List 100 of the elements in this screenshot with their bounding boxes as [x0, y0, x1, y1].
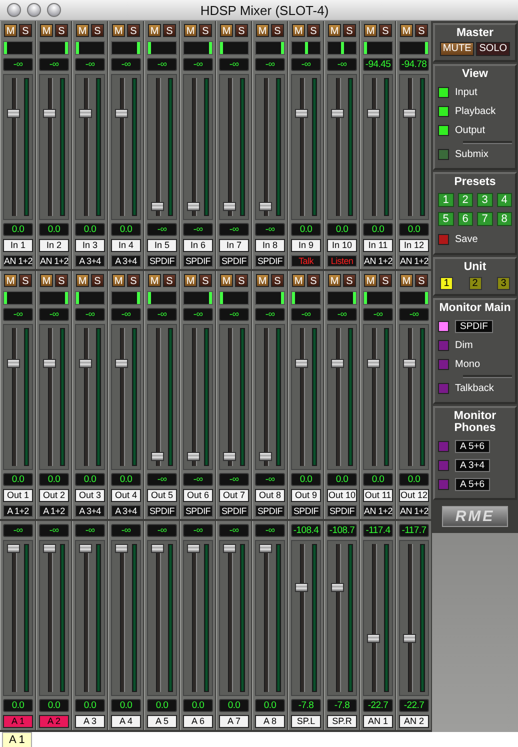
routing-label[interactable]: SPDIF: [147, 505, 177, 517]
channel-solo-button[interactable]: S: [343, 24, 356, 37]
fader-handle[interactable]: [259, 452, 272, 461]
routing-label[interactable]: A 3+4: [111, 255, 141, 267]
unit-button[interactable]: 1: [440, 277, 453, 290]
unit-button[interactable]: 2: [468, 277, 482, 290]
window-control-icon[interactable]: [47, 3, 61, 17]
channel-name-button[interactable]: In 7: [219, 239, 249, 252]
monitor-toggle[interactable]: [438, 460, 449, 471]
channel-mute-button[interactable]: M: [148, 274, 161, 287]
routing-label[interactable]: AN 1+2: [363, 505, 393, 517]
view-toggle[interactable]: [438, 87, 449, 98]
preset-button[interactable]: 3: [477, 193, 492, 207]
channel-solo-button[interactable]: S: [235, 24, 248, 37]
channel-name-button[interactable]: In 8: [255, 239, 285, 252]
channel-mute-button[interactable]: M: [40, 274, 53, 287]
channel-name-button[interactable]: In 9: [291, 239, 321, 252]
fader-handle[interactable]: [259, 544, 272, 553]
channel-mute-button[interactable]: M: [256, 274, 269, 287]
preset-button[interactable]: 2: [458, 193, 473, 207]
fader-handle[interactable]: [367, 358, 380, 368]
fader-handle[interactable]: [295, 108, 308, 118]
channel-mute-button[interactable]: M: [148, 24, 161, 37]
fader-handle[interactable]: [295, 358, 308, 368]
fader-handle[interactable]: [7, 544, 20, 553]
channel-solo-button[interactable]: S: [19, 274, 32, 287]
routing-label[interactable]: SPDIF: [255, 505, 285, 517]
channel-name-button[interactable]: SP.R: [327, 715, 357, 728]
channel-mute-button[interactable]: M: [256, 24, 269, 37]
channel-solo-button[interactable]: S: [55, 24, 68, 37]
fader-handle[interactable]: [223, 202, 236, 211]
routing-label[interactable]: SPDIF: [255, 255, 285, 267]
channel-solo-button[interactable]: S: [415, 24, 428, 37]
fader-handle[interactable]: [295, 582, 308, 592]
fader-handle[interactable]: [367, 634, 380, 644]
fader-handle[interactable]: [331, 358, 344, 368]
channel-name-button[interactable]: A 1: [3, 715, 33, 728]
view-toggle[interactable]: [438, 125, 449, 136]
preset-button[interactable]: 6: [458, 212, 473, 226]
channel-name-button[interactable]: In 2: [39, 239, 69, 252]
channel-mute-button[interactable]: M: [184, 274, 197, 287]
fader-handle[interactable]: [151, 544, 164, 553]
routing-label[interactable]: AN 1+2: [363, 255, 393, 267]
monitor-toggle[interactable]: [438, 359, 449, 370]
fader-handle[interactable]: [403, 108, 416, 118]
routing-label[interactable]: A 1+2: [39, 505, 69, 517]
channel-solo-button[interactable]: S: [163, 274, 176, 287]
channel-name-button[interactable]: Out 12: [399, 489, 429, 502]
fader-handle[interactable]: [79, 108, 92, 118]
channel-solo-button[interactable]: S: [343, 274, 356, 287]
routing-label[interactable]: SPDIF: [219, 255, 249, 267]
source-select[interactable]: SPDIF: [455, 320, 493, 333]
routing-label[interactable]: SPDIF: [327, 505, 357, 517]
fader-handle[interactable]: [223, 544, 236, 553]
fader-handle[interactable]: [43, 108, 56, 118]
routing-label[interactable]: Listen: [327, 255, 357, 267]
channel-solo-button[interactable]: S: [271, 274, 284, 287]
source-select[interactable]: A 3+4: [455, 459, 490, 472]
preset-button[interactable]: 8: [496, 212, 512, 226]
fader-handle[interactable]: [115, 358, 128, 368]
channel-name-button[interactable]: In 12: [399, 239, 429, 252]
fader-handle[interactable]: [43, 544, 56, 553]
channel-name-button[interactable]: In 11: [363, 239, 393, 252]
channel-name-button[interactable]: A 8: [255, 715, 285, 728]
channel-solo-button[interactable]: S: [199, 274, 212, 287]
channel-name-button[interactable]: A 2: [39, 715, 69, 728]
channel-mute-button[interactable]: M: [76, 274, 89, 287]
channel-mute-button[interactable]: M: [220, 274, 233, 287]
routing-label[interactable]: AN 1+2: [399, 255, 429, 267]
fader-handle[interactable]: [115, 544, 128, 553]
routing-label[interactable]: AN 1+2: [399, 505, 429, 517]
monitor-toggle[interactable]: [438, 383, 449, 394]
monitor-toggle[interactable]: [438, 321, 449, 332]
channel-solo-button[interactable]: S: [199, 24, 212, 37]
channel-name-button[interactable]: AN 2: [399, 715, 429, 728]
window-control-icon[interactable]: [7, 3, 21, 17]
fader-handle[interactable]: [331, 108, 344, 118]
channel-mute-button[interactable]: M: [184, 24, 197, 37]
fader-handle[interactable]: [79, 544, 92, 553]
channel-name-button[interactable]: Out 9: [291, 489, 321, 502]
source-select[interactable]: A 5+6: [455, 478, 490, 491]
channel-name-button[interactable]: A 4: [111, 715, 141, 728]
routing-label[interactable]: SPDIF: [147, 255, 177, 267]
channel-mute-button[interactable]: M: [112, 24, 125, 37]
fader-handle[interactable]: [331, 582, 344, 592]
routing-label[interactable]: SPDIF: [291, 505, 321, 517]
fader-handle[interactable]: [403, 634, 416, 644]
channel-name-button[interactable]: Out 1: [3, 489, 33, 502]
fader-handle[interactable]: [187, 544, 200, 553]
channel-solo-button[interactable]: S: [127, 274, 140, 287]
routing-label[interactable]: A 3+4: [75, 255, 105, 267]
view-toggle[interactable]: [438, 106, 449, 117]
fader-handle[interactable]: [115, 108, 128, 118]
channel-mute-button[interactable]: M: [328, 274, 341, 287]
channel-solo-button[interactable]: S: [55, 274, 68, 287]
fader-handle[interactable]: [223, 452, 236, 461]
channel-mute-button[interactable]: M: [292, 24, 305, 37]
channel-solo-button[interactable]: S: [235, 274, 248, 287]
unit-button[interactable]: 3: [497, 277, 510, 290]
channel-solo-button[interactable]: S: [91, 274, 104, 287]
